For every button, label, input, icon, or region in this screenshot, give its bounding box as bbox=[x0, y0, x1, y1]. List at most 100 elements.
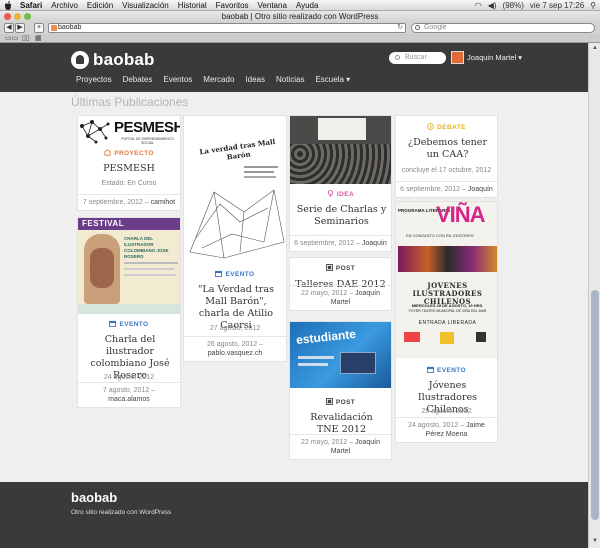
post-author[interactable]: pablo.vasquez.ch bbox=[208, 350, 262, 357]
site-logo[interactable]: baobab bbox=[71, 50, 155, 70]
zoom-window-button[interactable] bbox=[24, 13, 31, 20]
post-card-pesmesh[interactable]: PESMESH PORTAL DE EMPRENDIMIENTO SOCIAL … bbox=[77, 115, 181, 211]
debate-deadline: concluye el 17 octubre, 2012 bbox=[401, 167, 492, 174]
nav-eventos[interactable]: Eventos bbox=[163, 75, 192, 84]
post-author[interactable]: Joaquín bbox=[468, 186, 493, 193]
post-card-jovenes-ilustradores[interactable]: PROGRAMA LITERARIO VIÑA EN CONJUNTO CON … bbox=[395, 201, 498, 443]
show-bookmarks-icon[interactable]: ▯▯ bbox=[22, 35, 30, 42]
post-card-verdad-mall-baron[interactable]: La verdad tras Mall Barón EVENTO "La Ver… bbox=[183, 115, 287, 362]
post-date: 7 agosto, 2012 – bbox=[102, 387, 156, 394]
site-search-placeholder: Buscar bbox=[405, 54, 427, 61]
poster-title: FESTIVAL bbox=[82, 219, 125, 228]
post-card-talleres-dae[interactable]: POST Talleres DAE 2012 22 mayo, 2012 – J… bbox=[289, 257, 392, 311]
post-title[interactable]: Serie de Charlas y Seminarios bbox=[296, 204, 387, 228]
category-label[interactable]: PROYECTO bbox=[78, 149, 180, 157]
menu-visualizacion[interactable]: Visualización bbox=[122, 0, 169, 11]
post-author[interactable]: camihot bbox=[151, 199, 176, 206]
post-footer: 6 septiembre, 2012 – Joaquín bbox=[396, 181, 497, 197]
search-icon bbox=[395, 55, 400, 60]
user-name: Joaquin Martel ▾ bbox=[467, 53, 523, 62]
browser-search-field[interactable]: Google bbox=[411, 23, 595, 33]
window-title: baobab | Otro sitio realizado con WordPr… bbox=[221, 12, 379, 21]
post-title[interactable]: PESMESH bbox=[78, 163, 180, 175]
add-bookmark-button[interactable]: + bbox=[34, 23, 44, 33]
footer-logo[interactable]: baobab bbox=[71, 490, 117, 505]
menu-historial[interactable]: Historial bbox=[178, 0, 207, 11]
category-text: EVENTO bbox=[436, 367, 466, 374]
menubar-clock[interactable]: vie 7 sep 17:26 bbox=[530, 0, 584, 11]
lightbulb-icon bbox=[327, 190, 334, 197]
menu-archivo[interactable]: Archivo bbox=[51, 0, 78, 11]
poster-big: VIÑA bbox=[436, 202, 486, 227]
scrollbar-thumb[interactable] bbox=[591, 290, 599, 520]
post-date: 22 mayo, 2012 – bbox=[300, 439, 354, 446]
post-author[interactable]: Joaquín bbox=[362, 240, 387, 247]
post-card-tne[interactable]: estudiante POST Revalidación TNE 2012 22… bbox=[289, 321, 392, 460]
post-title[interactable]: Revalidación TNE 2012 bbox=[300, 412, 383, 436]
post-card-debate-caa[interactable]: DEBATE ¿Debemos tener un CAA? concluye e… bbox=[395, 115, 498, 198]
volume-icon[interactable]: ◀) bbox=[488, 0, 497, 11]
post-footer: 22 mayo, 2012 – Joaquín Martel bbox=[290, 434, 391, 459]
window-controls bbox=[4, 13, 31, 20]
poster-date: MIÉRCOLES 29 DE AGOSTO, 19 HRS. bbox=[411, 303, 484, 308]
post-footer: 22 mayo, 2012 – Joaquín Martel bbox=[290, 285, 391, 310]
nav-escuela[interactable]: Escuela ▾ bbox=[315, 75, 350, 84]
post-title[interactable]: ¿Debemos tener un CAA? bbox=[402, 137, 493, 161]
reload-icon[interactable]: ↻ bbox=[397, 24, 403, 32]
festival-poster-image: FESTIVAL CHARLA DEL ILUSTRADOR COLOMBIAN… bbox=[78, 218, 180, 314]
post-author[interactable]: maca.alamos bbox=[108, 396, 150, 403]
minimize-window-button[interactable] bbox=[14, 13, 21, 20]
post-card-serie-charlas[interactable]: IDEA Serie de Charlas y Seminarios 6 sep… bbox=[289, 115, 392, 252]
battery-status[interactable]: (98%) bbox=[503, 0, 524, 11]
spotlight-icon[interactable]: ⚲ bbox=[590, 0, 596, 11]
apple-icon[interactable] bbox=[4, 0, 12, 10]
nav-noticias[interactable]: Noticias bbox=[276, 75, 304, 84]
category-label[interactable]: IDEA bbox=[290, 190, 391, 198]
close-window-button[interactable] bbox=[4, 13, 11, 20]
forward-button[interactable]: ▶ bbox=[15, 23, 25, 33]
top-sites-icon[interactable]: ▦ bbox=[35, 35, 42, 42]
post-footer: 7 agosto, 2012 – maca.alamos bbox=[78, 382, 180, 407]
category-label[interactable]: POST bbox=[290, 398, 391, 406]
menu-edicion[interactable]: Edición bbox=[87, 0, 113, 11]
footer-tagline: Otro sitio realizado con WordPress bbox=[71, 509, 172, 516]
post-card-charla-rosero[interactable]: FESTIVAL CHARLA DEL ILUSTRADOR COLOMBIAN… bbox=[77, 217, 181, 408]
nav-mercado[interactable]: Mercado bbox=[203, 75, 234, 84]
scroll-down-icon[interactable]: ▼ bbox=[591, 538, 599, 546]
lecture-photo-image bbox=[290, 116, 391, 184]
vina-poster-image: PROGRAMA LITERARIO VIÑA EN CONJUNTO CON … bbox=[396, 202, 497, 358]
menu-safari[interactable]: Safari bbox=[20, 0, 42, 11]
menu-ventana[interactable]: Ventana bbox=[258, 0, 287, 11]
menu-ayuda[interactable]: Ayuda bbox=[296, 0, 319, 11]
category-label[interactable]: EVENTO bbox=[396, 366, 497, 374]
site-search-input[interactable]: Buscar bbox=[389, 52, 446, 64]
category-label[interactable]: EVENTO bbox=[184, 270, 286, 278]
category-text: DEBATE bbox=[437, 124, 466, 131]
browser-toolbar: ◀ ▶ + baobab ↻ Google bbox=[0, 22, 600, 34]
category-label[interactable]: POST bbox=[290, 264, 391, 272]
url-text: baobab bbox=[58, 24, 82, 31]
url-field[interactable]: baobab ↻ bbox=[48, 23, 406, 33]
student-card-text: estudiante bbox=[295, 326, 357, 348]
category-text: POST bbox=[335, 399, 356, 406]
page-scrollbar[interactable]: ▲ ▼ bbox=[588, 43, 600, 548]
back-button[interactable]: ◀ bbox=[4, 23, 14, 33]
event-date: 24 agosto, 2012 bbox=[103, 374, 155, 381]
menu-favoritos[interactable]: Favoritos bbox=[216, 0, 249, 11]
reading-list-icon[interactable]: ▭▭ bbox=[5, 35, 18, 42]
document-scan-image: La verdad tras Mall Barón bbox=[184, 116, 286, 262]
category-label[interactable]: EVENTO bbox=[78, 320, 180, 328]
nav-ideas[interactable]: Ideas bbox=[245, 75, 265, 84]
nav-debates[interactable]: Debates bbox=[123, 75, 153, 84]
nav-proyectos[interactable]: Proyectos bbox=[76, 75, 112, 84]
section-title: Últimas Publicaciones bbox=[71, 95, 189, 109]
wifi-icon[interactable]: ◠ bbox=[475, 0, 482, 11]
scroll-up-icon[interactable]: ▲ bbox=[591, 45, 599, 53]
poster-entry: ENTRADA LIBERADA bbox=[418, 320, 477, 326]
window-titlebar: baobab | Otro sitio realizado con WordPr… bbox=[0, 11, 600, 22]
baobab-tree-icon bbox=[71, 51, 89, 69]
user-menu[interactable]: Joaquin Martel ▾ bbox=[451, 51, 522, 64]
pesmesh-logo-subtitle: PORTAL DE EMPRENDIMIENTO SOCIAL bbox=[121, 137, 174, 145]
post-icon bbox=[325, 398, 333, 405]
category-label[interactable]: DEBATE bbox=[396, 123, 497, 131]
